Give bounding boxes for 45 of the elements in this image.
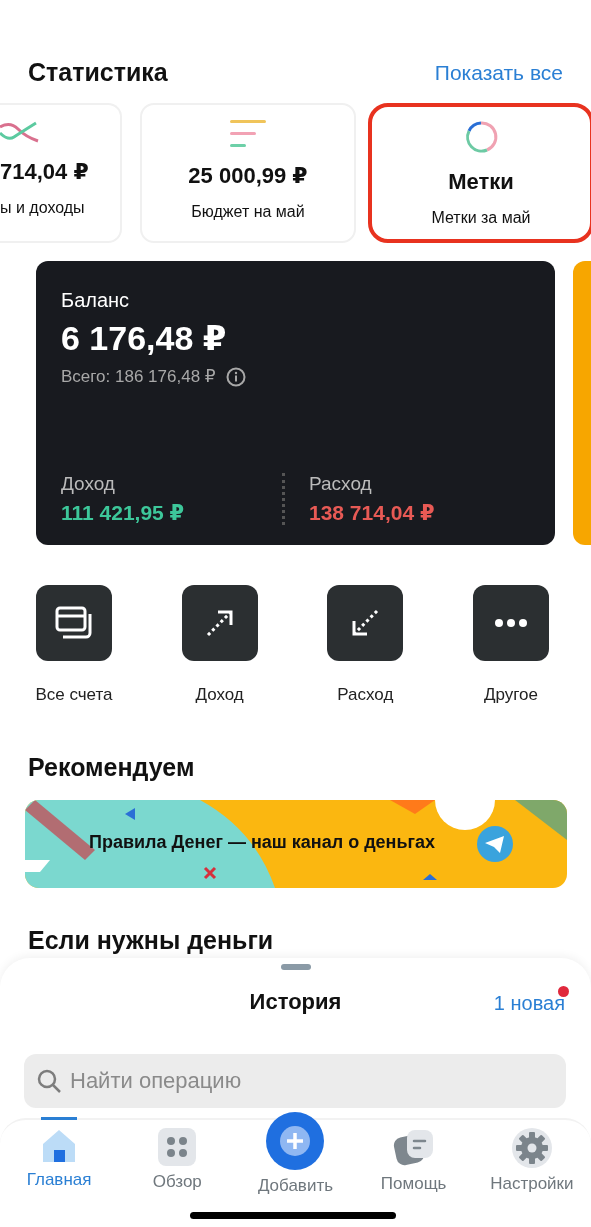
home-icon xyxy=(41,1128,78,1164)
stat-caption: Метки за май xyxy=(431,209,531,227)
sheet-title: История xyxy=(249,989,342,1015)
action-button[interactable]: Доход xyxy=(167,585,272,705)
tab[interactable]: Настройки xyxy=(476,1120,587,1227)
show-all-link[interactable]: Показать все xyxy=(434,60,563,85)
section-title: Статистика xyxy=(28,58,168,87)
income-label: Доход xyxy=(61,473,116,495)
chat-cards-icon xyxy=(392,1128,435,1168)
stat-card[interactable]: Метки Метки за май xyxy=(368,103,591,243)
line-chart-icon xyxy=(0,119,40,145)
arrow-down-left-icon xyxy=(350,608,381,638)
donut-icon xyxy=(463,119,499,155)
expense-amount: 138 714,04 ₽ xyxy=(309,501,436,525)
bars-icon xyxy=(230,119,266,149)
action-button[interactable]: Все счета xyxy=(22,585,126,705)
info-icon[interactable] xyxy=(225,366,246,387)
action-button[interactable]: Расход xyxy=(313,585,418,705)
stat-caption: Бюджет на май xyxy=(191,203,305,221)
new-items-link[interactable]: 1 новая xyxy=(493,992,565,1015)
action-button[interactable]: Другое xyxy=(458,585,563,705)
section-title: Рекомендуем xyxy=(27,752,196,782)
balance-card[interactable]: Баланс 6 176,48 ₽ Всего: 186 176,48 ₽ Доход 111 421,95 ₽ Расход 138 714,04 ₽ xyxy=(36,261,555,545)
tab[interactable]: Главная xyxy=(4,1120,115,1227)
banner-text: Правила Денег — наш канал о деньгах xyxy=(89,832,436,853)
expense-label: Расход xyxy=(309,473,373,495)
sheet-handle[interactable] xyxy=(280,964,311,970)
paper-plane-icon xyxy=(477,826,513,862)
total-amount: Всего: 186 176,48 ₽ xyxy=(61,366,216,387)
section-title: Если нужны деньги xyxy=(27,925,275,955)
settings-icon xyxy=(511,1128,552,1168)
stat-value: 25 000,99 ₽ xyxy=(188,163,308,189)
balance-label: Баланс xyxy=(61,289,131,312)
more-icon xyxy=(494,619,527,627)
income-amount: 111 421,95 ₽ xyxy=(61,501,186,525)
grid-icon xyxy=(158,1128,197,1166)
cards-icon xyxy=(55,606,93,640)
stat-value: 714,04 ₽ xyxy=(0,159,89,185)
balance-amount: 6 176,48 ₽ xyxy=(61,318,228,358)
search-field[interactable]: Найти операцию xyxy=(24,1054,566,1108)
stat-value: Метки xyxy=(448,169,514,195)
stat-caption: ы и доходы xyxy=(0,199,85,217)
arrow-up-right-icon xyxy=(204,608,235,638)
stat-card[interactable]: 25 000,99 ₽ Бюджет на май xyxy=(140,103,356,243)
stat-card[interactable]: 714,04 ₽ ы и доходы xyxy=(0,103,122,243)
